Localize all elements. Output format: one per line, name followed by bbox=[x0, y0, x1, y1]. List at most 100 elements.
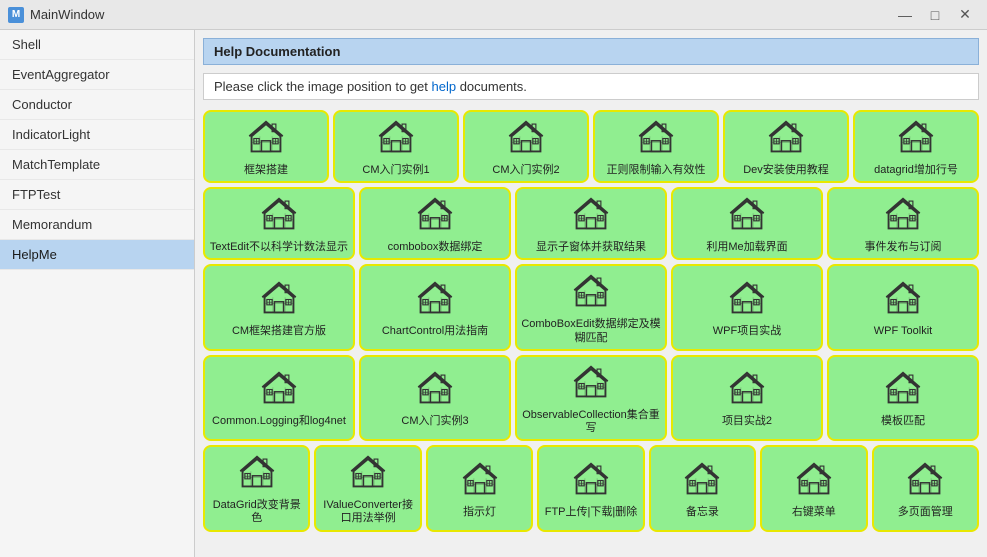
house-icon bbox=[683, 460, 721, 504]
house-icon bbox=[416, 279, 454, 323]
app-icon: M bbox=[8, 7, 24, 23]
window-controls: — □ ✕ bbox=[891, 4, 979, 26]
house-icon bbox=[461, 460, 499, 504]
house-icon bbox=[349, 453, 387, 497]
house-icon bbox=[884, 369, 922, 413]
house-icon bbox=[238, 453, 276, 497]
icon-tile-tile-23[interactable]: IValueConverter接口用法举例 bbox=[314, 445, 421, 531]
title-bar-left: M MainWindow bbox=[8, 7, 104, 23]
icon-tile-tile-15[interactable]: WPF项目实战 bbox=[671, 264, 823, 350]
icon-tile-tile-25[interactable]: FTP上传|下载|删除 bbox=[537, 445, 644, 531]
maximize-button[interactable]: □ bbox=[921, 4, 949, 26]
icon-tile-tile-24[interactable]: 指示灯 bbox=[426, 445, 533, 531]
tile-label: ChartControl用法指南 bbox=[382, 325, 488, 338]
tile-label: 模板匹配 bbox=[881, 415, 925, 428]
house-icon bbox=[884, 195, 922, 239]
tile-label: Dev安装使用教程 bbox=[743, 164, 829, 177]
tile-label: TextEdit不以科学计数法显示 bbox=[210, 241, 348, 254]
house-icon bbox=[884, 279, 922, 323]
sidebar-item-conductor[interactable]: Conductor bbox=[0, 90, 194, 120]
house-icon bbox=[507, 118, 545, 162]
icon-tile-tile-9[interactable]: 显示子窗体并获取结果 bbox=[515, 187, 667, 260]
house-icon bbox=[728, 369, 766, 413]
sidebar-item-match-template[interactable]: MatchTemplate bbox=[0, 150, 194, 180]
sidebar-item-memorandum[interactable]: Memorandum bbox=[0, 210, 194, 240]
house-icon bbox=[897, 118, 935, 162]
icon-tile-tile-13[interactable]: ChartControl用法指南 bbox=[359, 264, 511, 350]
sidebar-item-shell[interactable]: Shell bbox=[0, 30, 194, 60]
tile-label: 利用Me加载界面 bbox=[706, 241, 787, 254]
tile-label: 正则限制输入有效性 bbox=[607, 164, 706, 177]
icon-tile-tile-21[interactable]: 模板匹配 bbox=[827, 355, 979, 441]
icon-row-4: DataGrid改变背景色 bbox=[203, 445, 979, 531]
icon-tile-tile-7[interactable]: TextEdit不以科学计数法显示 bbox=[203, 187, 355, 260]
icon-tile-tile-4[interactable]: 正则限制输入有效性 bbox=[593, 110, 719, 183]
icon-tile-tile-17[interactable]: Common.Logging和log4net bbox=[203, 355, 355, 441]
house-icon bbox=[572, 272, 610, 316]
tile-label: WPF Toolkit bbox=[874, 325, 932, 338]
sidebar-item-event-aggregator[interactable]: EventAggregator bbox=[0, 60, 194, 90]
icon-row-3: Common.Logging和log4net bbox=[203, 355, 979, 441]
icon-tile-tile-10[interactable]: 利用Me加载界面 bbox=[671, 187, 823, 260]
tile-label: 项目实战2 bbox=[722, 415, 772, 428]
content-area: Help Documentation Please click the imag… bbox=[195, 30, 987, 557]
help-description-plain: Please click the image position to get bbox=[214, 79, 432, 94]
tile-label: 显示子窗体并获取结果 bbox=[536, 241, 646, 254]
icon-tile-tile-5[interactable]: Dev安装使用教程 bbox=[723, 110, 849, 183]
close-button[interactable]: ✕ bbox=[951, 4, 979, 26]
house-icon bbox=[572, 363, 610, 407]
main-container: ShellEventAggregatorConductorIndicatorLi… bbox=[0, 30, 987, 557]
tile-label: 多页面管理 bbox=[898, 506, 953, 519]
sidebar-item-indicator-light[interactable]: IndicatorLight bbox=[0, 120, 194, 150]
house-icon bbox=[767, 118, 805, 162]
icon-tile-tile-2[interactable]: CM入门实例1 bbox=[333, 110, 459, 183]
icon-tile-tile-16[interactable]: WPF Toolkit bbox=[827, 264, 979, 350]
icon-row-2: CM框架搭建官方版 bbox=[203, 264, 979, 350]
tile-label: CM框架搭建官方版 bbox=[232, 325, 326, 338]
icon-tile-tile-8[interactable]: combobox数据绑定 bbox=[359, 187, 511, 260]
icon-tile-tile-3[interactable]: CM入门实例2 bbox=[463, 110, 589, 183]
tile-label: 事件发布与订阅 bbox=[865, 241, 942, 254]
icon-tile-tile-11[interactable]: 事件发布与订阅 bbox=[827, 187, 979, 260]
icon-tile-tile-22[interactable]: DataGrid改变背景色 bbox=[203, 445, 310, 531]
help-description-end: documents. bbox=[456, 79, 527, 94]
icon-tile-tile-19[interactable]: ObservableCollection集合重写 bbox=[515, 355, 667, 441]
icon-tile-tile-6[interactable]: datagrid增加行号 bbox=[853, 110, 979, 183]
house-icon bbox=[795, 460, 833, 504]
icon-tile-tile-18[interactable]: CM入门实例3 bbox=[359, 355, 511, 441]
tile-label: ComboBoxEdit数据绑定及模糊匹配 bbox=[521, 318, 661, 344]
icon-tile-tile-26[interactable]: 备忘录 bbox=[649, 445, 756, 531]
tile-label: CM入门实例1 bbox=[362, 164, 429, 177]
icon-tile-tile-1[interactable]: 框架搭建 bbox=[203, 110, 329, 183]
house-icon bbox=[728, 279, 766, 323]
title-bar: M MainWindow — □ ✕ bbox=[0, 0, 987, 30]
icon-tile-tile-27[interactable]: 右键菜单 bbox=[760, 445, 867, 531]
icon-tile-tile-20[interactable]: 项目实战2 bbox=[671, 355, 823, 441]
help-header: Help Documentation bbox=[203, 38, 979, 65]
tile-label: 指示灯 bbox=[463, 506, 496, 519]
icons-grid: 框架搭建 bbox=[195, 106, 987, 557]
minimize-button[interactable]: — bbox=[891, 4, 919, 26]
tile-label: datagrid增加行号 bbox=[874, 164, 958, 177]
house-icon bbox=[637, 118, 675, 162]
icon-tile-tile-14[interactable]: ComboBoxEdit数据绑定及模糊匹配 bbox=[515, 264, 667, 350]
house-icon bbox=[377, 118, 415, 162]
tile-label: CM入门实例2 bbox=[492, 164, 559, 177]
help-description: Please click the image position to get h… bbox=[203, 73, 979, 100]
tile-label: CM入门实例3 bbox=[401, 415, 468, 428]
sidebar: ShellEventAggregatorConductorIndicatorLi… bbox=[0, 30, 195, 557]
house-icon bbox=[247, 118, 285, 162]
sidebar-item-help-me[interactable]: HelpMe bbox=[0, 240, 194, 270]
house-icon bbox=[260, 195, 298, 239]
tile-label: WPF项目实战 bbox=[713, 325, 781, 338]
sidebar-item-ftp-test[interactable]: FTPTest bbox=[0, 180, 194, 210]
help-link[interactable]: help bbox=[432, 79, 457, 94]
tile-label: 框架搭建 bbox=[244, 164, 288, 177]
house-icon bbox=[416, 369, 454, 413]
icon-row-0: 框架搭建 bbox=[203, 110, 979, 183]
tile-label: 备忘录 bbox=[686, 506, 719, 519]
icon-tile-tile-28[interactable]: 多页面管理 bbox=[872, 445, 979, 531]
icon-tile-tile-12[interactable]: CM框架搭建官方版 bbox=[203, 264, 355, 350]
house-icon bbox=[728, 195, 766, 239]
house-icon bbox=[260, 369, 298, 413]
